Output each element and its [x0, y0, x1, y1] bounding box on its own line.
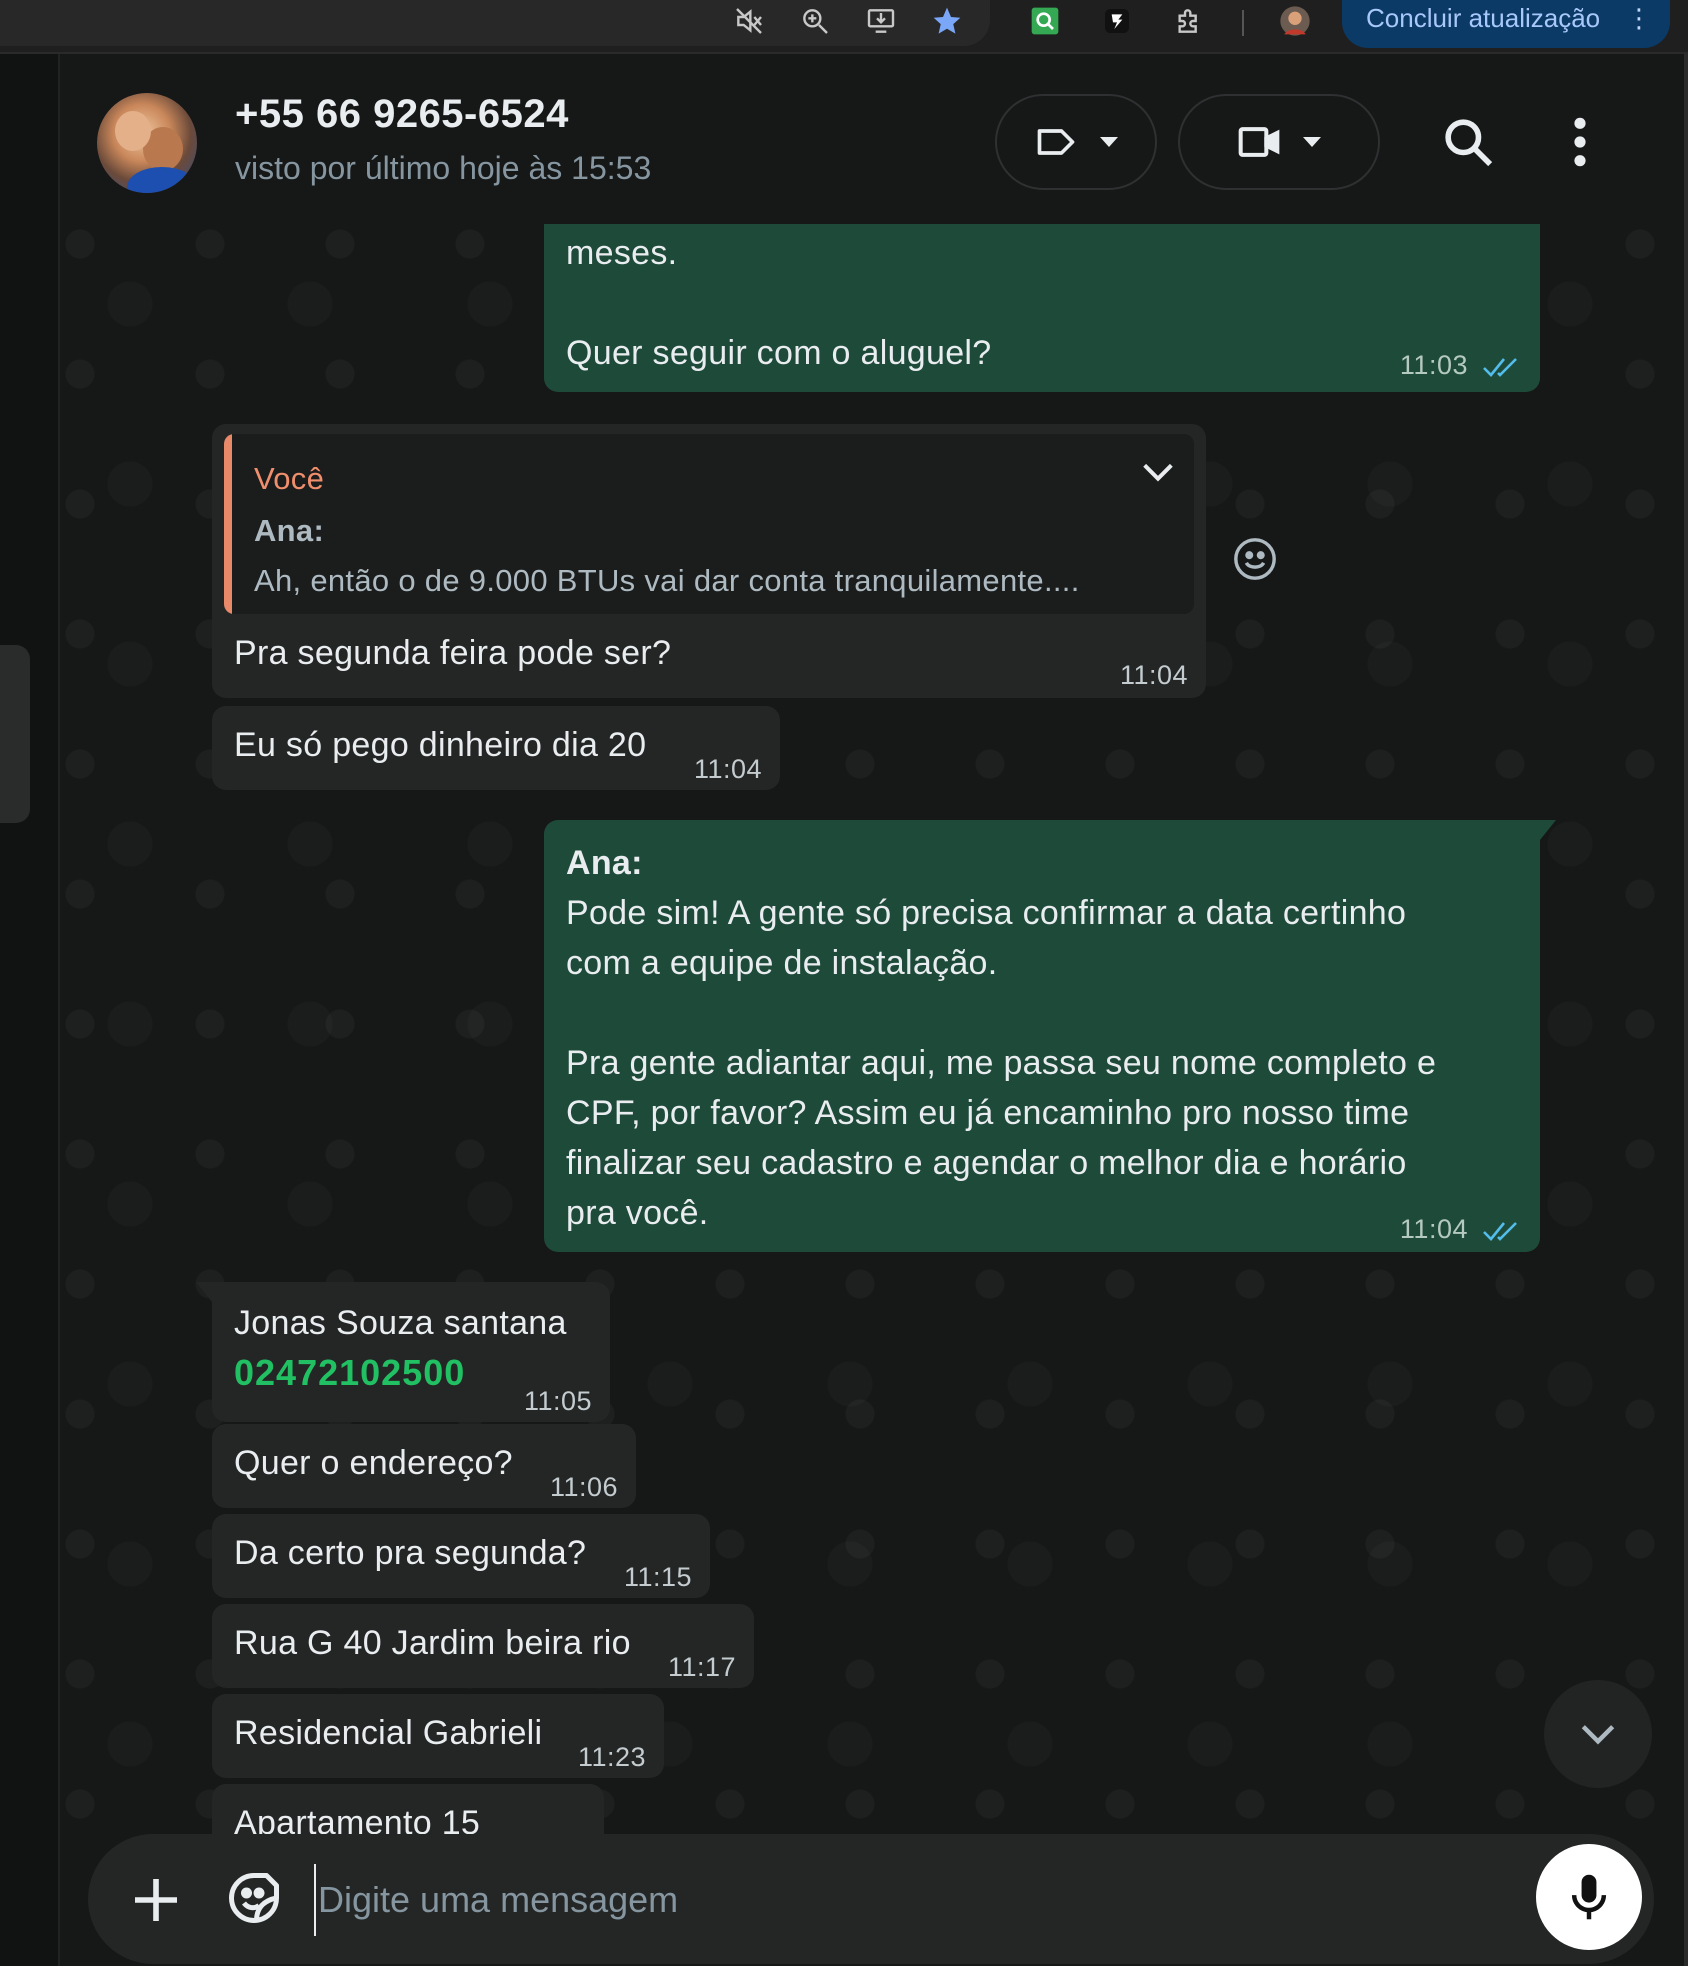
message-time: 11:15 — [623, 1562, 692, 1592]
profile-avatar[interactable] — [1276, 2, 1314, 40]
label-icon — [1037, 129, 1075, 155]
message-bubble-in[interactable]: Rua G 40 Jardim beira rio 11:17 — [212, 1604, 754, 1688]
message-text: Pra segunda feira pode ser? — [234, 634, 672, 672]
browser-toolbar: Concluir atualização ⋮ — [0, 0, 1688, 54]
message-text: Quer seguir com o aluguel? — [566, 334, 992, 372]
quote-sender: Ana: — [254, 513, 325, 548]
message-text: com a equipe de instalação. — [566, 944, 998, 982]
message-text: meses. — [566, 234, 678, 272]
message-input[interactable] — [314, 1864, 1470, 1936]
message-text: Quer o endereço? — [234, 1444, 513, 1482]
contact-status: visto por último hoje às 15:53 — [235, 150, 652, 186]
side-panel-handle[interactable] — [0, 645, 30, 823]
message-time: 11:04 — [693, 754, 762, 784]
contact-name[interactable]: +55 66 9265-6524 — [235, 92, 569, 137]
message-composer — [88, 1834, 1654, 1964]
plus-icon[interactable] — [128, 1872, 184, 1928]
message-bubble-in[interactable]: Apartamento 15 — [212, 1784, 604, 1834]
label-button[interactable] — [995, 94, 1157, 190]
chat-header: +55 66 9265-6524 visto por último hoje à… — [60, 54, 1684, 224]
chevron-down-icon — [1303, 137, 1321, 147]
read-ticks-icon — [1483, 357, 1517, 377]
mute-icon[interactable] — [730, 2, 768, 40]
more-vert-icon[interactable]: ⋮ — [1626, 0, 1652, 40]
quote-text: Ah, então o de 9.000 BTUs vai dar conta … — [254, 563, 1080, 598]
message-text: CPF, por favor? Assim eu já encaminho pr… — [566, 1094, 1410, 1132]
message-bubble-in[interactable]: Eu só pego dinheiro dia 20 11:04 — [212, 706, 780, 790]
message-text: finalizar seu cadastro e agendar o melho… — [566, 1144, 1407, 1182]
message-text: Apartamento 15 — [234, 1804, 481, 1834]
message-time: 11:04 — [1400, 1204, 1522, 1254]
chevron-down-icon[interactable] — [1138, 452, 1178, 492]
chat-messages[interactable]: meses. Quer seguir com o aluguel? 11:03 … — [60, 224, 1684, 1834]
extension-f-icon[interactable] — [1098, 2, 1136, 40]
message-time: 11:23 — [577, 1742, 646, 1772]
emoji-react-icon[interactable] — [1232, 536, 1278, 582]
extensions-puzzle-icon[interactable] — [1170, 2, 1208, 40]
read-ticks-icon — [1483, 1221, 1517, 1241]
message-text: pra você. — [566, 1194, 709, 1232]
message-time: 11:03 — [1400, 340, 1522, 390]
message-bubble-in[interactable]: Jonas Souza santana 02472102500 11:05 — [196, 1282, 610, 1422]
menu-dots-icon[interactable] — [1560, 114, 1600, 170]
address-bar-area — [0, 0, 990, 46]
install-app-icon[interactable] — [862, 2, 900, 40]
message-text: Jonas Souza santana — [234, 1304, 567, 1342]
message-bubble-out[interactable]: meses. Quer seguir com o aluguel? 11:03 — [544, 224, 1540, 392]
message-text: Residencial Gabrieli — [234, 1714, 543, 1752]
chevron-down-icon — [1581, 1725, 1615, 1745]
video-call-button[interactable] — [1178, 94, 1380, 190]
message-bubble-out[interactable]: Ana: Pode sim! A gente só precisa confir… — [544, 820, 1556, 1254]
message-bubble-in[interactable]: Da certo pra segunda? 11:15 — [212, 1514, 710, 1598]
message-text: Da certo pra segunda? — [234, 1534, 587, 1572]
message-sender: Ana: — [566, 844, 643, 882]
update-button[interactable]: Concluir atualização ⋮ — [1342, 0, 1670, 48]
message-text: Pode sim! A gente só precisa confirmar a… — [566, 894, 1407, 932]
message-bubble-in[interactable]: Residencial Gabrieli 11:23 — [212, 1694, 664, 1778]
message-bubble-in[interactable]: Quer o endereço? 11:06 — [212, 1424, 636, 1508]
phone-number-link[interactable]: 02472102500 — [234, 1348, 465, 1398]
message-bubble-in[interactable]: Você Ana: Ah, então o de 9.000 BTUs vai … — [212, 424, 1206, 698]
message-time: 11:06 — [549, 1472, 618, 1502]
side-panel — [0, 54, 60, 1966]
message-time: 11:05 — [523, 1386, 592, 1416]
bookmark-star-icon[interactable] — [928, 2, 966, 40]
update-button-label: Concluir atualização — [1366, 3, 1601, 33]
video-camera-icon — [1238, 127, 1280, 157]
contact-avatar[interactable] — [97, 93, 197, 193]
bubble-tail — [196, 1282, 212, 1302]
search-icon[interactable] — [1440, 114, 1496, 170]
quoted-message[interactable]: Você Ana: Ah, então o de 9.000 BTUs vai … — [224, 434, 1194, 614]
message-time-text: 11:04 — [1399, 1214, 1468, 1244]
message-text: Pra gente adiantar aqui, me passa seu no… — [566, 1044, 1437, 1082]
message-time: 11:04 — [1119, 660, 1188, 690]
window-edge — [1684, 54, 1688, 1966]
message-time-text: 11:03 — [1399, 350, 1468, 380]
toolbar-divider — [1242, 10, 1244, 36]
voice-message-button[interactable] — [1536, 1844, 1642, 1950]
message-text: Rua G 40 Jardim beira rio — [234, 1624, 631, 1662]
chevron-down-icon — [1100, 137, 1118, 147]
message-time: 11:17 — [667, 1652, 736, 1682]
extension-search-icon[interactable] — [1026, 2, 1064, 40]
zoom-icon[interactable] — [796, 2, 834, 40]
scroll-to-bottom-button[interactable] — [1544, 1680, 1652, 1788]
quote-author: Você — [254, 461, 325, 496]
message-text: Eu só pego dinheiro dia 20 — [234, 726, 647, 764]
bubble-tail — [1540, 820, 1556, 840]
sticker-icon[interactable] — [224, 1868, 284, 1928]
microphone-icon — [1571, 1874, 1607, 1920]
quote-accent-bar — [224, 434, 232, 614]
